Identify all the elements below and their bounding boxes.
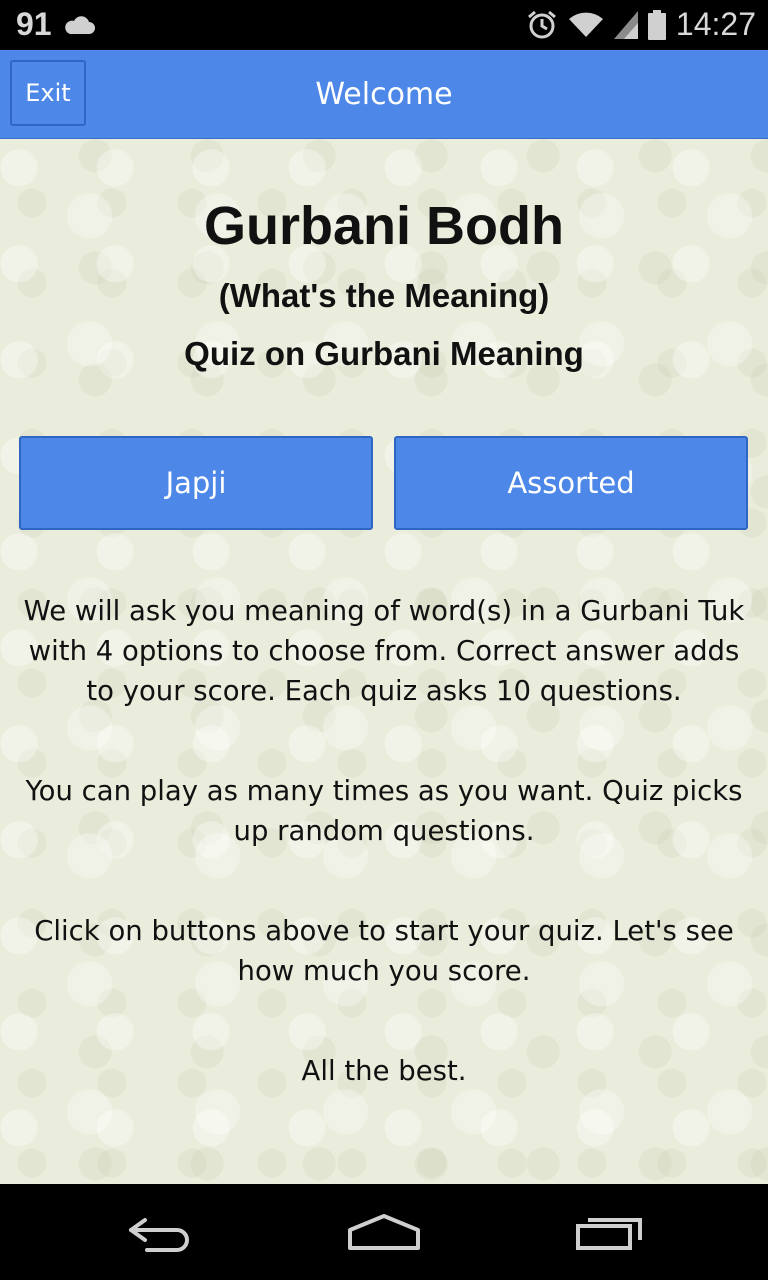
replay-paragraph: You can play as many times as you want. … — [25, 775, 743, 847]
wifi-icon — [568, 11, 604, 39]
status-left: 91 — [16, 6, 96, 43]
status-right: 14:27 — [526, 6, 756, 43]
recents-icon[interactable] — [555, 1204, 665, 1260]
action-bar-title: Welcome — [315, 76, 453, 112]
alarm-icon — [526, 9, 558, 41]
navigation-bar — [0, 1184, 768, 1280]
app-screen: 91 14:27 Welcome Exit Gurbani Bodh (What… — [0, 0, 768, 1280]
app-subtitle: (What's the Meaning) — [218, 277, 550, 314]
exit-button[interactable]: Exit — [10, 60, 86, 126]
action-bar: Welcome Exit — [0, 50, 768, 139]
main-content: Gurbani Bodh (What's the Meaning) Quiz o… — [0, 139, 768, 1184]
notification-count: 91 — [16, 6, 52, 42]
start-paragraph: Click on buttons above to start your qui… — [34, 915, 734, 987]
back-icon[interactable] — [105, 1204, 215, 1260]
clock-time: 14:27 — [675, 6, 756, 42]
app-tagline: Quiz on Gurbani Meaning — [184, 335, 584, 372]
cloud-icon — [62, 14, 96, 36]
japji-button[interactable]: Japji — [19, 436, 373, 530]
closing-paragraph: All the best. — [301, 1055, 467, 1087]
app-title: Gurbani Bodh — [204, 196, 564, 256]
status-bar: 91 14:27 — [0, 0, 768, 50]
assorted-button[interactable]: Assorted — [394, 436, 748, 530]
instructions-paragraph: We will ask you meaning of word(s) in a … — [23, 595, 745, 707]
signal-icon — [613, 10, 638, 39]
home-icon[interactable] — [329, 1204, 439, 1260]
battery-icon — [647, 9, 666, 40]
